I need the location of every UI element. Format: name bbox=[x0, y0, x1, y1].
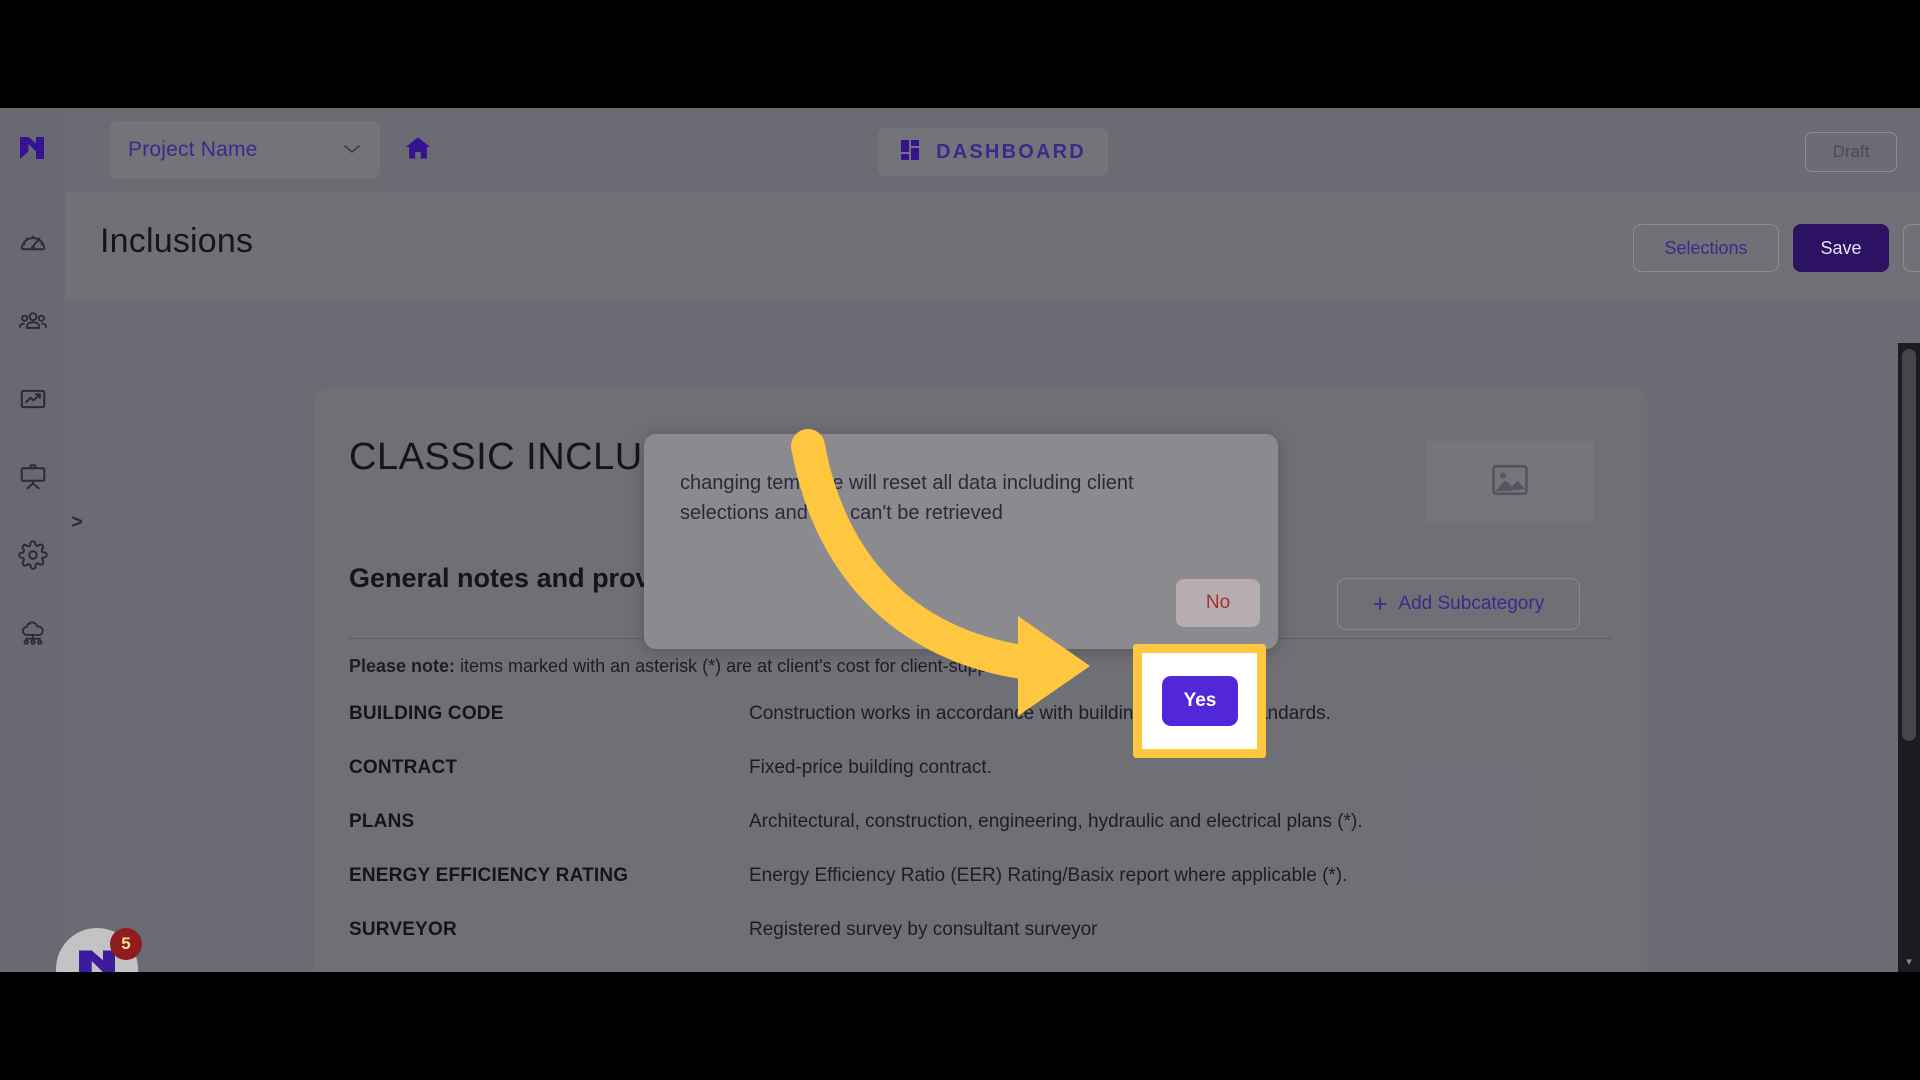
dialog-yes-button[interactable]: Yes bbox=[1162, 676, 1238, 726]
app-logo bbox=[16, 132, 48, 164]
cloud-network-icon bbox=[18, 618, 48, 648]
please-note-prefix: Please note: bbox=[349, 656, 456, 676]
selections-label: Selections bbox=[1664, 237, 1748, 258]
sidebar-icon-list bbox=[0, 204, 65, 672]
vertical-scrollbar[interactable]: ▾ bbox=[1898, 343, 1920, 972]
dashboard-gauge-icon bbox=[18, 228, 48, 258]
team-people-icon bbox=[18, 306, 48, 336]
presentation-board-icon bbox=[18, 462, 48, 492]
row-key: CONTRACT bbox=[349, 757, 458, 778]
row-value: Architectural, construction, engineering… bbox=[749, 811, 1363, 832]
app-viewport: > Project Name DASHBOARD Draft Inclusion… bbox=[0, 108, 1920, 972]
inclusions-row-list: BUILDING CODE Construction works in accor… bbox=[349, 703, 1612, 972]
home-button[interactable] bbox=[398, 130, 438, 170]
row-value: Energy Efficiency Ratio (EER) Rating/Bas… bbox=[749, 865, 1348, 886]
image-placeholder[interactable] bbox=[1426, 441, 1594, 523]
plus-icon: + bbox=[1372, 589, 1388, 618]
sidebar-item-dashboard[interactable] bbox=[0, 204, 65, 282]
top-bar: Project Name DASHBOARD Draft bbox=[65, 108, 1920, 192]
analytics-chart-icon bbox=[18, 384, 48, 414]
dashboard-label: DASHBOARD bbox=[936, 140, 1086, 163]
please-note-text: Please note: items marked with an asteri… bbox=[349, 656, 1064, 677]
confirm-dialog: changing template will reset all data in… bbox=[644, 434, 1278, 649]
page-kebab-menu-button[interactable] bbox=[1903, 224, 1920, 272]
no-label: No bbox=[1205, 592, 1231, 613]
add-subcategory-button[interactable]: + Add Subcategory bbox=[1337, 578, 1580, 630]
row-value: Fixed-price building contract. bbox=[749, 757, 992, 778]
home-icon bbox=[403, 134, 433, 167]
chat-unread-badge: 5 bbox=[110, 928, 142, 960]
scrollbar-down-arrow-icon[interactable]: ▾ bbox=[1898, 955, 1920, 968]
table-row[interactable]: PLANS Architectural, construction, engine… bbox=[349, 811, 1612, 865]
sidebar-item-analytics[interactable] bbox=[0, 360, 65, 438]
project-name-label: Project Name bbox=[128, 138, 258, 161]
scrollbar-thumb[interactable] bbox=[1902, 349, 1916, 741]
dialog-message: changing template will reset all data in… bbox=[680, 472, 1134, 525]
save-button[interactable]: Save bbox=[1793, 224, 1889, 272]
table-row[interactable]: ENERGY EFFICIENCY RATING Energy Efficienc… bbox=[349, 865, 1612, 919]
draft-label: Draft bbox=[1832, 142, 1870, 161]
page-header: Inclusions Selections Save bbox=[65, 192, 1920, 300]
settings-gear-icon bbox=[17, 540, 48, 570]
selections-button[interactable]: Selections bbox=[1633, 224, 1779, 272]
sidebar-item-cloud[interactable] bbox=[0, 594, 65, 672]
row-key: ENERGY EFFICIENCY RATING bbox=[349, 865, 629, 886]
page-title: Inclusions bbox=[100, 222, 254, 260]
table-row[interactable]: CONTRACT Fixed-price building contract. bbox=[349, 757, 1612, 811]
please-note-body: items marked with an asterisk (*) are at… bbox=[455, 656, 1064, 676]
add-subcategory-label: Add Subcategory bbox=[1398, 593, 1545, 614]
sidebar-item-team[interactable] bbox=[0, 282, 65, 360]
row-key: BUILDING CODE bbox=[349, 703, 504, 724]
dashboard-tab[interactable]: DASHBOARD bbox=[878, 128, 1108, 176]
table-row[interactable]: BUILDING CODE Construction works in accor… bbox=[349, 703, 1612, 757]
image-icon bbox=[1488, 458, 1532, 507]
dialog-actions: No bbox=[1176, 579, 1260, 627]
yes-label: Yes bbox=[1183, 690, 1217, 711]
yes-button-highlight: Yes bbox=[1133, 644, 1266, 758]
project-selector[interactable]: Project Name bbox=[110, 121, 380, 179]
screenshot-stage: > Project Name DASHBOARD Draft Inclusion… bbox=[0, 0, 1920, 1080]
row-key: PLANS bbox=[349, 811, 415, 832]
sidebar-item-settings[interactable] bbox=[0, 516, 65, 594]
chevron-down-icon bbox=[342, 140, 362, 160]
dialog-no-button[interactable]: No bbox=[1176, 579, 1260, 627]
draft-status-button[interactable]: Draft bbox=[1805, 132, 1897, 172]
sidebar-expand-chevron-icon[interactable]: > bbox=[66, 508, 88, 538]
save-label: Save bbox=[1820, 237, 1862, 258]
row-key: SURVEYOR bbox=[349, 919, 457, 940]
table-row[interactable]: SURVEYOR Registered survey by consultant … bbox=[349, 919, 1612, 972]
sidebar-item-presentation[interactable] bbox=[0, 438, 65, 516]
row-value: Registered survey by consultant surveyor bbox=[749, 919, 1098, 940]
grid-icon bbox=[900, 139, 922, 166]
left-sidebar bbox=[0, 108, 65, 972]
